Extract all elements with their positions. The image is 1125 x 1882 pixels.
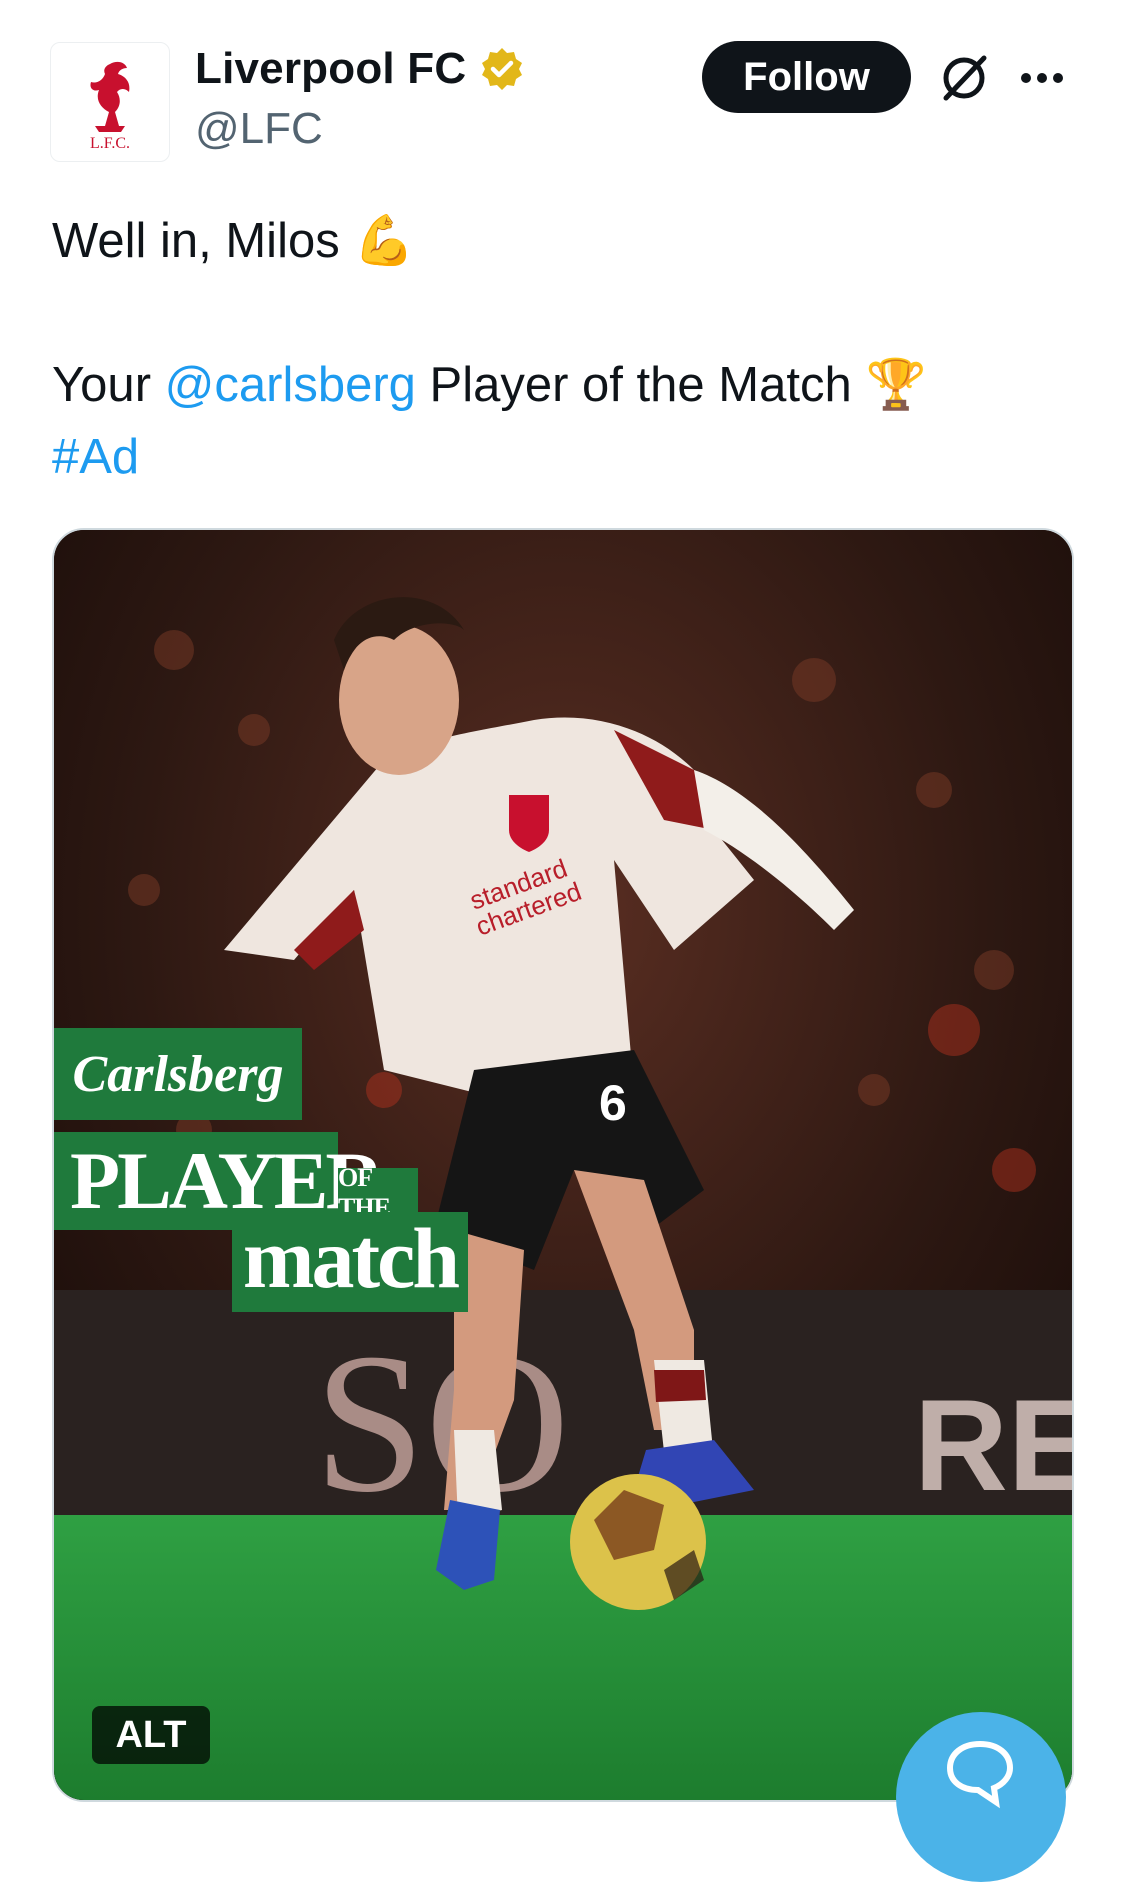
svg-text:L.F.C.: L.F.C.: [90, 135, 130, 152]
display-name-row[interactable]: Liverpool FC: [195, 44, 526, 94]
tweet-text-line1: Well in, Milos: [52, 214, 340, 268]
hashtag-link[interactable]: #Ad: [52, 421, 139, 493]
avatar[interactable]: L.F.C.: [50, 42, 170, 162]
tweet-line-3: #Ad: [52, 421, 1072, 493]
badge-match-text: match: [232, 1212, 468, 1312]
tweet-text: Well in, Milos 💪 Your @carlsberg Player …: [52, 205, 1072, 493]
reply-bubble-icon: [946, 1740, 1014, 1809]
tweet-media[interactable]: SO RE standard chartered 6: [52, 528, 1074, 1802]
tweet-text-your: Your: [52, 358, 152, 412]
trophy-emoji-icon: 🏆: [865, 358, 927, 412]
svg-text:RE: RE: [914, 1372, 1072, 1518]
account-handle[interactable]: @LFC: [195, 104, 323, 154]
tweet-line-1: Well in, Milos 💪: [52, 205, 1072, 277]
tweet-line-2: Your @carlsberg Player of the Match 🏆: [52, 349, 1072, 421]
svg-text:6: 6: [599, 1075, 627, 1131]
follow-button[interactable]: Follow: [702, 41, 911, 113]
flexed-biceps-emoji-icon: 💪: [353, 214, 415, 268]
liverbird-logo-icon: L.F.C.: [90, 61, 130, 152]
mention-link[interactable]: @carlsberg: [165, 349, 416, 421]
gold-verified-icon: [482, 48, 523, 90]
compose-reply-button[interactable]: [896, 1712, 1066, 1882]
display-name[interactable]: Liverpool FC: [195, 44, 466, 94]
grok-icon[interactable]: [936, 50, 992, 106]
svg-text:SO: SO: [314, 1313, 570, 1534]
alt-text-button[interactable]: ALT: [92, 1706, 210, 1764]
more-icon[interactable]: [1018, 64, 1066, 92]
tweet-text-player-of-match: Player of the Match: [429, 358, 852, 412]
carlsberg-logo: Carlsberg: [54, 1028, 302, 1120]
